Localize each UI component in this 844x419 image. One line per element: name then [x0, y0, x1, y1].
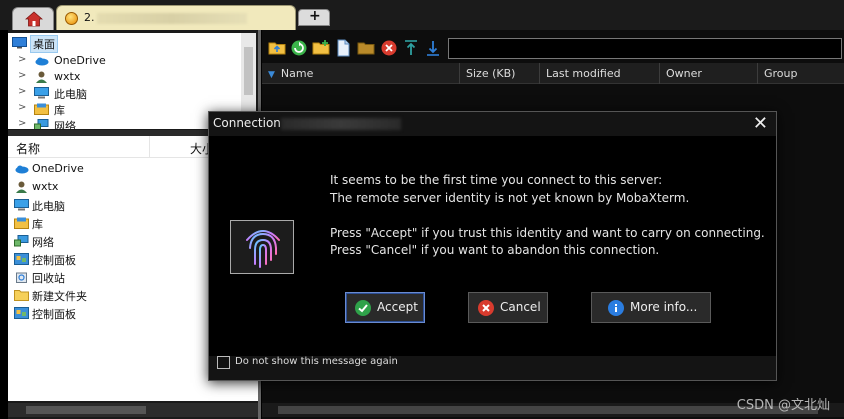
download-icon[interactable] — [424, 39, 442, 57]
cloud-icon — [35, 57, 49, 66]
control-panel-icon — [14, 307, 29, 319]
fingerprint-icon — [230, 220, 294, 274]
dialog-message-line: Press "Accept" if you trust this identit… — [330, 226, 765, 240]
dont-show-again-checkbox[interactable] — [217, 356, 230, 369]
tree-item-label: 桌面 — [30, 35, 58, 53]
list-item-label: 新建文件夹 — [32, 290, 87, 303]
session-tab[interactable]: 2. — [56, 5, 296, 30]
home-tab[interactable] — [12, 7, 54, 30]
sort-down-icon: ▼ — [268, 70, 275, 80]
computer-icon — [34, 87, 49, 99]
info-icon — [608, 300, 624, 316]
chevron-right-icon[interactable]: > — [18, 54, 26, 65]
tab-bar: 2. + — [0, 0, 844, 30]
cloud-icon — [15, 165, 29, 174]
left-horizontal-scrollbar[interactable] — [8, 403, 258, 417]
list-item-label: 控制面板 — [32, 308, 76, 321]
close-icon[interactable]: ✕ — [753, 113, 768, 134]
tree-item-label: 此电脑 — [54, 88, 87, 101]
column-divider[interactable] — [149, 136, 150, 158]
computer-icon — [14, 199, 29, 211]
tree-item-label: wxtx — [54, 70, 81, 83]
refresh-icon[interactable] — [290, 39, 308, 57]
chevron-right-icon[interactable]: > — [18, 102, 26, 113]
list-item-label: 库 — [32, 218, 43, 231]
watermark: CSDN @文北灿 — [736, 398, 830, 413]
connection-dialog: Connection ✕ It seems to be the first ti… — [208, 111, 777, 381]
folder-icon — [14, 290, 29, 301]
session-icon — [65, 12, 78, 25]
cancel-button[interactable]: Cancel — [468, 292, 548, 323]
new-folder-icon[interactable] — [312, 39, 330, 57]
sftp-file-header: ▼ Name Size (KB) Last modified Owner Grou… — [262, 63, 844, 84]
redacted-host — [97, 13, 247, 24]
upload-icon[interactable] — [402, 39, 420, 57]
parent-folder-icon[interactable] — [268, 39, 286, 57]
control-panel-icon — [14, 253, 29, 265]
more-info-button[interactable]: More info... — [591, 292, 711, 323]
column-header-name[interactable]: 名称 — [16, 140, 40, 157]
open-folder-icon[interactable] — [357, 39, 375, 57]
sftp-toolbar — [262, 36, 844, 60]
column-header-last-modified[interactable]: Last modified — [540, 63, 660, 84]
accept-button[interactable]: Accept — [345, 292, 425, 323]
library-icon — [14, 217, 29, 229]
desktop-icon — [12, 37, 27, 49]
dialog-message-line: It seems to be the first time you connec… — [330, 173, 663, 187]
cancel-button-label: Cancel — [500, 300, 541, 314]
column-header-name[interactable]: ▼ Name — [262, 63, 460, 84]
tree-item-user[interactable]: > wxtx — [8, 69, 241, 85]
list-item-label: 回收站 — [32, 272, 65, 285]
scrollbar-thumb[interactable] — [26, 406, 146, 414]
new-file-icon[interactable] — [334, 39, 352, 57]
user-icon — [16, 181, 27, 193]
tree-item-label: 网络 — [54, 120, 76, 129]
network-icon — [34, 119, 49, 129]
column-header-group[interactable]: Group — [758, 63, 844, 84]
dialog-title: Connection — [213, 116, 281, 130]
new-tab-button[interactable]: + — [298, 8, 330, 26]
tree-item-label: OneDrive — [54, 54, 106, 67]
plus-icon: + — [309, 8, 321, 24]
remote-path-input[interactable] — [448, 38, 842, 59]
column-header-owner[interactable]: Owner — [660, 63, 758, 84]
delete-icon[interactable] — [380, 39, 398, 57]
home-icon — [25, 11, 43, 27]
dont-show-again-label[interactable]: Do not show this message again — [235, 356, 398, 367]
tree-item-network[interactable]: > 网络 — [8, 117, 241, 129]
dialog-body: It seems to be the first time you connec… — [209, 136, 776, 356]
dialog-message-line: The remote server identity is not yet kn… — [330, 191, 690, 205]
list-item-label: 网络 — [32, 236, 54, 249]
recycle-bin-icon — [16, 272, 27, 283]
library-icon — [34, 103, 49, 115]
column-header-size[interactable]: Size (KB) — [460, 63, 540, 84]
list-item-label: OneDrive — [32, 162, 84, 175]
list-item-label: 此电脑 — [32, 200, 65, 213]
accept-button-label: Accept — [377, 300, 418, 314]
more-info-button-label: More info... — [630, 300, 698, 314]
tree-item-onedrive[interactable]: > OneDrive — [8, 53, 241, 69]
dialog-message-line: Press "Cancel" if you want to abandon th… — [330, 243, 660, 257]
tree-item-this-pc[interactable]: > 此电脑 — [8, 85, 241, 101]
scrollbar-thumb[interactable] — [244, 47, 253, 95]
tree-item-library[interactable]: > 库 — [8, 101, 241, 117]
redacted-host — [281, 118, 401, 130]
network-icon — [14, 235, 29, 247]
session-tab-label: 2. — [84, 11, 95, 24]
chevron-right-icon[interactable]: > — [18, 86, 26, 97]
tree-item-label: 库 — [54, 104, 65, 117]
dialog-footer: Do not show this message again — [217, 353, 767, 375]
user-icon — [36, 71, 47, 83]
list-item-label: 控制面板 — [32, 254, 76, 267]
list-item-label: wxtx — [32, 180, 59, 193]
folder-tree[interactable]: 桌面 > OneDrive > wxtx > 此电脑 > 库 > 网络 — [8, 33, 241, 129]
chevron-right-icon[interactable]: > — [18, 118, 26, 129]
cancel-icon — [478, 300, 494, 316]
chevron-right-icon[interactable]: > — [18, 70, 26, 81]
tree-item-desktop[interactable]: 桌面 — [8, 35, 241, 53]
check-icon — [355, 300, 371, 316]
